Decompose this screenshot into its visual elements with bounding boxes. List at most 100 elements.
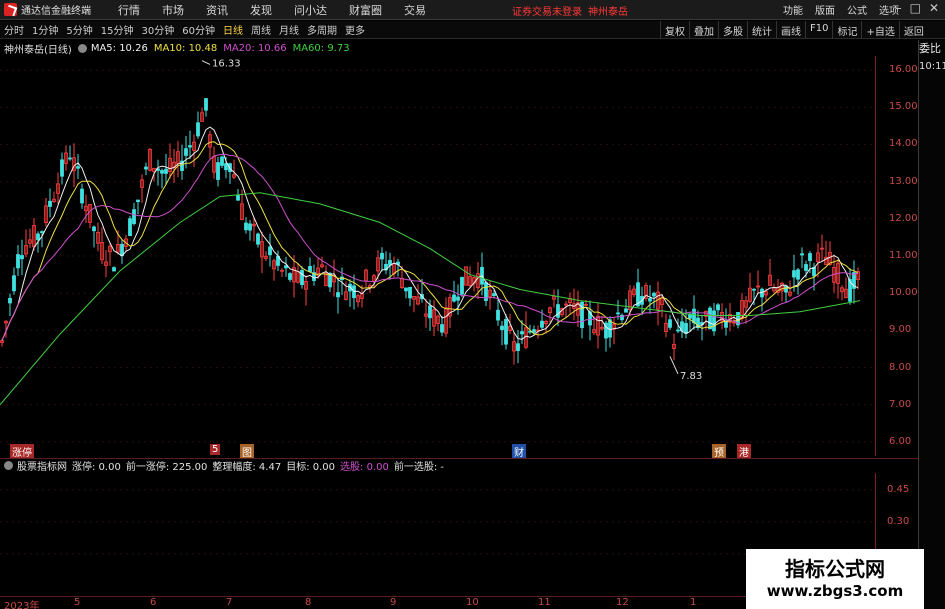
high-label: 16.33 [212,58,241,69]
candle-down [692,308,696,324]
tick-times: 10:1110:1110:1110:1110:1110:1110:1110:11… [919,58,945,76]
event-marker[interactable]: 港 [737,444,751,459]
candle-down [616,312,620,315]
right-menu-item[interactable]: 功能 [777,2,809,17]
chart-tools: 复权 叠加 多股 统计 画线 F10 标记 +自选 返回 [660,21,928,39]
candle-down [204,98,208,111]
menu-item[interactable]: 市场 [151,2,195,18]
event-marker[interactable]: 图 [240,444,254,459]
price-tick-label: 7.00 [889,398,912,410]
candle-down [712,310,716,332]
candle-down [652,292,656,297]
period-tab[interactable]: 30分钟 [137,22,178,37]
kline-chart[interactable]: 16.33 7.83 [0,56,875,456]
menu-item[interactable]: 问小达 [283,2,338,18]
indicator-pane[interactable] [0,473,875,596]
candle-down [12,275,16,292]
period-tab[interactable]: 5分钟 [62,22,96,37]
logo-icon [4,3,17,16]
candle-down [220,156,224,166]
tool-button[interactable]: 统计 [747,21,776,39]
candle-down [784,285,788,293]
candle-down [40,231,44,233]
login-warning[interactable]: 证券交易未登录 [512,3,582,18]
candle-down [380,252,384,260]
candle-down [36,233,40,240]
candle-down [80,188,84,204]
candle-down [496,309,500,321]
period-toolbar: 分时 1分钟 5分钟 15分钟 30分钟 60分钟 日线 周线 月线 多周期 更多 复权 叠加 多股 统计… [0,21,945,39]
date-label: 12 [616,597,629,608]
period-tab[interactable]: 多周期 [303,22,341,37]
price-tick-label: 16.00 [889,64,918,75]
menu-item[interactable]: 发现 [239,2,283,18]
period-tab[interactable]: 15分钟 [97,22,138,37]
candle-down [460,276,464,295]
candle-down [196,122,200,137]
candle-down [804,264,808,271]
indicator-title[interactable]: 股票指标网 [17,458,67,473]
quote-labels: 委比卖五卖四卖三卖二卖一买一买二买三买四买五现价涨跌涨幅总量外盘换手净资收益自动… [919,40,945,58]
candle-down [136,199,140,203]
gear-icon[interactable] [77,43,87,53]
window-controls: – □ ✕ [896,1,939,15]
tool-button[interactable]: 复权 [660,21,689,39]
candle-down [452,294,456,302]
indicator-gear-icon[interactable] [4,461,13,470]
indicator-field: 选股: 0.00 [340,462,389,473]
event-marker[interactable]: 财 [512,444,526,459]
watermark-title: 指标公式网 [785,557,885,581]
tool-button[interactable]: +自选 [861,21,898,39]
stock-name: 神州泰岳(日线) [4,44,72,56]
candle-down [144,166,148,170]
menu-item[interactable]: 资讯 [195,2,239,18]
price-tick-label: 8.00 [889,361,912,373]
price-tick-label: 10.00 [889,287,918,299]
ma-label: MA5: 10.26 [90,42,148,54]
quote-label: 委比 [919,42,941,55]
close-icon[interactable]: ✕ [929,1,939,15]
right-menu-item[interactable]: 公式 [841,2,873,17]
right-menu-item[interactable]: 版面 [809,2,841,17]
menu-item[interactable]: 行情 [107,2,151,18]
indicator-field: 前一涨停: 225.00 [125,462,208,473]
period-tab[interactable]: 更多 [341,22,369,37]
period-tab[interactable]: 月线 [275,22,303,37]
tool-button[interactable]: 返回 [898,21,928,39]
current-stock-link[interactable]: 神州泰岳 [588,3,628,18]
minimize-icon[interactable]: – [896,1,902,15]
maximize-icon[interactable]: □ [910,1,921,15]
candle-down [76,166,80,169]
menu-item[interactable]: 财富圈 [338,2,393,18]
tool-button[interactable]: 叠加 [689,21,718,39]
period-tab[interactable]: 日线 [219,22,247,37]
tick-time: 10:11 [919,61,945,73]
candle-down [624,308,628,313]
candle-down [668,319,672,328]
candle-down [268,246,272,256]
event-marker[interactable]: 5 [210,444,221,455]
date-label: 7 [226,597,233,608]
indicator-field: 前一选股: - [393,462,445,473]
period-tab[interactable]: 分时 [0,22,28,37]
candle-down [60,159,64,177]
tool-button[interactable]: 标记 [832,21,861,39]
candle-down [8,297,12,304]
period-tab[interactable]: 1分钟 [28,22,62,37]
candle-down [256,233,260,245]
candle-down [248,223,252,231]
date-label: 9 [390,597,397,608]
date-label: 5 [74,597,81,608]
date-label: 10 [466,597,479,608]
event-marker[interactable]: 预 [712,444,726,459]
event-marker[interactable]: 涨停 [10,444,34,459]
tool-button[interactable]: F10 [805,21,832,39]
candle-down [456,296,460,301]
period-tab[interactable]: 周线 [247,22,275,37]
tool-button[interactable]: 画线 [776,21,805,39]
tool-button[interactable]: 多股 [718,21,747,39]
period-tab[interactable]: 60分钟 [178,22,219,37]
candle-down [308,266,312,273]
candle-down [800,253,804,256]
menu-item[interactable]: 交易 [393,2,437,18]
